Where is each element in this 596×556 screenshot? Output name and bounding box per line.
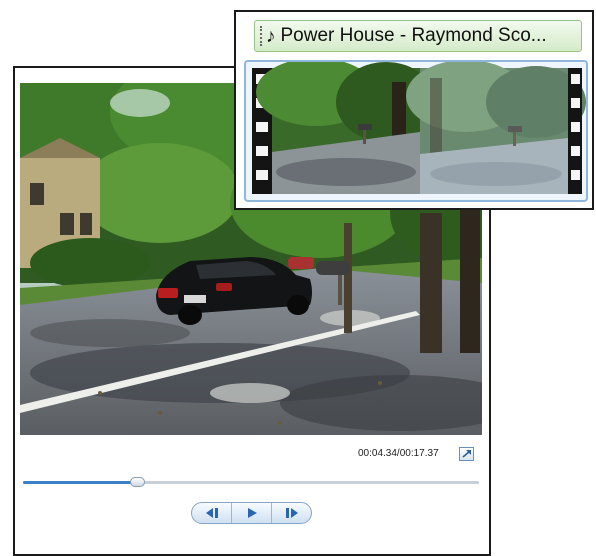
previous-frame-icon — [205, 508, 218, 518]
next-frame-icon — [285, 508, 298, 518]
play-button[interactable] — [232, 503, 272, 523]
expand-preview-button[interactable] — [459, 447, 474, 461]
video-clip-item[interactable] — [244, 60, 588, 202]
seek-thumb[interactable] — [130, 477, 145, 487]
play-icon — [247, 508, 257, 518]
playback-controls — [191, 502, 312, 524]
expand-arrow-icon — [462, 450, 471, 458]
time-readout: 00:04.34/00:17.37 — [358, 448, 439, 459]
video-clip-thumbnails — [252, 62, 586, 194]
audio-track-title: Power House - Raymond Sco... — [280, 25, 547, 46]
storyboard-window: ♪ Power House - Raymond Sco... — [234, 10, 594, 210]
next-frame-button[interactable] — [272, 503, 311, 523]
seek-progress — [23, 481, 137, 484]
audio-track-item[interactable]: ♪ Power House - Raymond Sco... — [254, 20, 582, 52]
music-note-icon: ♪ — [266, 25, 276, 47]
seek-bar[interactable] — [23, 477, 479, 487]
drag-handle[interactable] — [260, 26, 262, 46]
previous-frame-button[interactable] — [192, 503, 232, 523]
